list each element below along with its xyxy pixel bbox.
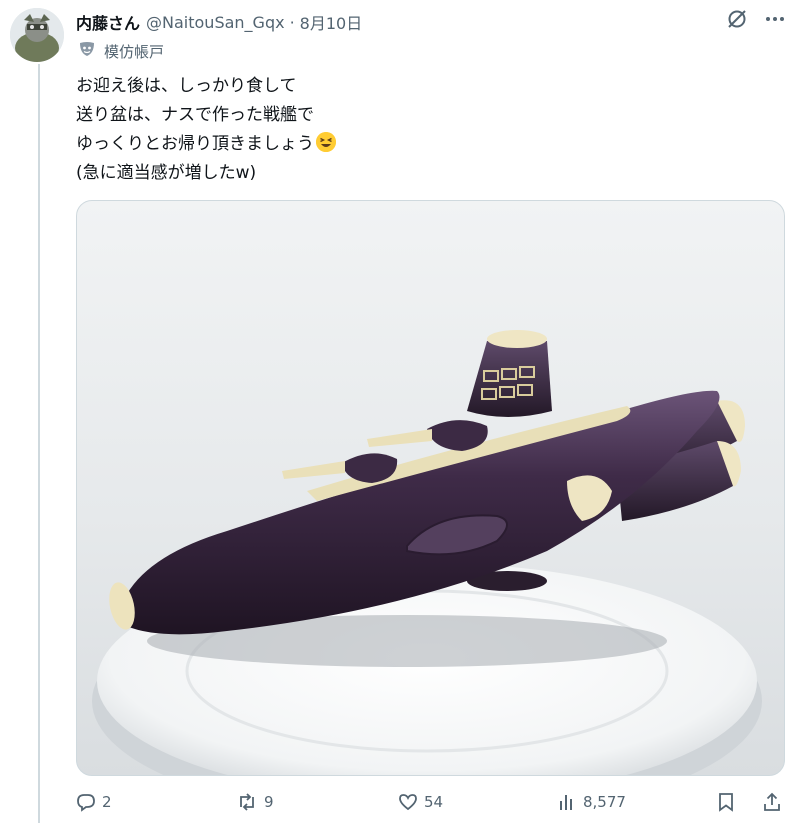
grok-icon[interactable] xyxy=(726,8,748,30)
post-text: お迎え後は、しっかり食して 送り盆は、ナスで作った戦艦で ゆっくりとお帰り頂きま… xyxy=(76,72,596,188)
repost-count: 9 xyxy=(264,793,274,811)
like-count: 54 xyxy=(424,793,444,811)
grinning-squinting-face-icon xyxy=(316,132,336,152)
eggplant-battleship-photo xyxy=(92,330,762,775)
display-name[interactable]: 内藤さん xyxy=(76,10,140,34)
views-button[interactable]: 8,577 xyxy=(557,792,626,812)
post-text-last-line: (急に適当感が増したw) xyxy=(76,163,257,183)
user-handle[interactable]: @NaitouSan_Gqx xyxy=(146,13,285,32)
heart-icon xyxy=(399,794,417,811)
share-button[interactable] xyxy=(762,792,788,812)
avatar[interactable] xyxy=(10,8,64,62)
reply-button[interactable]: 2 xyxy=(76,792,112,812)
post-date[interactable]: 8月10日 xyxy=(300,10,363,34)
separator-dot: · xyxy=(289,12,295,32)
theater-mask-icon xyxy=(78,40,96,62)
more-options-icon[interactable] xyxy=(764,8,786,30)
reply-count: 2 xyxy=(102,793,112,811)
views-bar-chart-icon xyxy=(560,795,572,810)
share-icon xyxy=(764,792,780,811)
bookmark-button[interactable] xyxy=(717,792,741,812)
post-image[interactable] xyxy=(76,200,785,776)
community-name: 模仿帳戸 xyxy=(104,42,165,61)
avatar-image xyxy=(10,8,64,62)
like-button[interactable]: 54 xyxy=(398,792,443,812)
repost-icon xyxy=(240,793,254,811)
repost-button[interactable]: 9 xyxy=(236,792,274,812)
post-header: 内藤さん @NaitouSan_Gqx · 8月10日 xyxy=(76,8,800,36)
thread-line xyxy=(38,64,40,823)
community-label[interactable]: 模仿帳戸 xyxy=(78,40,164,62)
bookmark-icon xyxy=(719,793,733,812)
post-top-actions xyxy=(726,8,786,30)
views-count: 8,577 xyxy=(583,793,626,811)
action-bar: 2 9 54 8,577 xyxy=(76,792,786,818)
post-text-body: お迎え後は、しっかり食して 送り盆は、ナスで作った戦艦で ゆっくりとお帰り頂きま… xyxy=(76,76,314,154)
reply-icon xyxy=(77,794,95,812)
